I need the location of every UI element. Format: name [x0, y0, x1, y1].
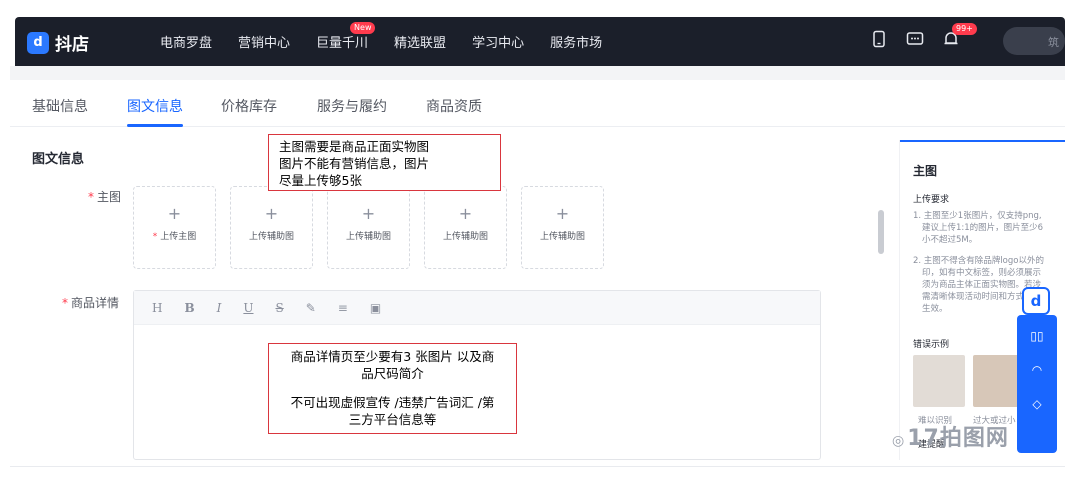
annotation-line: 三方平台信息等	[348, 412, 437, 427]
rule-line: 2. 主图不得含有除品牌logo以外的	[913, 256, 1044, 266]
plus-icon: +	[361, 204, 376, 223]
user-avatar[interactable]: 筑	[1003, 27, 1065, 55]
heading-button[interactable]: H	[152, 301, 162, 315]
rule-line: 小不超过5M。	[922, 235, 978, 245]
phone-icon[interactable]	[870, 30, 892, 52]
upload-label: * 上传主图	[152, 232, 197, 242]
rule-line: 印，如有中文标签，则必须展示	[922, 268, 1042, 278]
annotation-line: 品尺码简介	[361, 366, 424, 381]
shield-icon[interactable]: ◇	[1017, 387, 1057, 421]
nav-item-compass[interactable]: 电商罗盘	[160, 32, 212, 51]
section-title: 图文信息	[32, 152, 85, 167]
annotation-line: 尽量上传够5张	[279, 173, 362, 188]
new-badge: New	[350, 22, 376, 34]
top-nav-bar: d 抖店 电商罗盘 营销中心 巨量千川 New 精选联盟 学习中心 服务市场 9…	[15, 17, 1065, 66]
required-asterisk: *	[62, 296, 68, 310]
wechat-icon: ◎	[892, 433, 906, 449]
nav-item-alliance[interactable]: 精选联盟	[394, 32, 446, 51]
tab-price-stock[interactable]: 价格库存	[221, 96, 277, 116]
required-asterisk: *	[88, 190, 94, 204]
upload-aux-image[interactable]: + 上传辅助图	[521, 186, 604, 269]
annotation-line: 主图需要是商品正面实物图	[279, 139, 430, 154]
nav-item-service-market[interactable]: 服务市场	[550, 32, 602, 51]
tab-basic-info[interactable]: 基础信息	[32, 96, 88, 116]
bell-icon[interactable]: 99+	[942, 23, 977, 52]
headset-icon[interactable]: ◠	[1017, 353, 1057, 387]
image-icon[interactable]: ▣	[370, 301, 381, 315]
scrollbar-thumb[interactable]	[878, 210, 884, 254]
plus-icon: +	[167, 204, 182, 223]
main-image-label: * 主图	[88, 190, 122, 204]
notification-count-badge: 99+	[952, 23, 977, 35]
main-nav: 电商罗盘 营销中心 巨量千川 New 精选联盟 学习中心 服务市场	[160, 17, 628, 66]
underline-button[interactable]: U	[243, 301, 253, 315]
nav-item-label: 巨量千川	[316, 36, 369, 51]
brand-logo[interactable]: d 抖店	[27, 30, 89, 55]
watermark: ◎17拍图网	[892, 426, 1009, 451]
nav-item-marketing[interactable]: 营销中心	[238, 32, 290, 51]
plus-icon: +	[555, 204, 570, 223]
tab-qualifications[interactable]: 商品资质	[426, 96, 482, 116]
annotation-line: 图片不能有营销信息，图片	[279, 156, 430, 171]
divider	[10, 466, 1065, 467]
upload-main-image[interactable]: + * 上传主图	[133, 186, 216, 269]
upload-label: 上传辅助图	[442, 232, 488, 242]
brush-icon[interactable]: ✎	[306, 301, 316, 315]
plus-icon: +	[264, 204, 279, 223]
rule-line: 1. 主图至少1张图片，仅支持png,	[913, 211, 1042, 221]
upload-aux-image[interactable]: + 上传辅助图	[327, 186, 410, 269]
italic-button[interactable]: I	[217, 301, 222, 315]
nav-item-qianchuan[interactable]: 巨量千川 New	[316, 22, 376, 51]
upload-label: 上传辅助图	[539, 232, 585, 242]
brand-logo-icon: d	[27, 31, 49, 54]
panel-subtitle: 上传要求	[913, 195, 950, 205]
floating-tool-bar: ▯▯ ◠ ◇	[1017, 315, 1057, 453]
upload-label: 上传辅助图	[345, 232, 391, 242]
nav-item-learning[interactable]: 学习中心	[472, 32, 524, 51]
upload-label: 上传辅助图	[248, 232, 294, 242]
upload-aux-image[interactable]: + 上传辅助图	[424, 186, 507, 269]
editor-toolbar: H B I U S ✎ ≡ ▣	[134, 291, 820, 325]
align-icon[interactable]: ≡	[338, 301, 348, 315]
brand-name: 抖店	[55, 35, 89, 55]
user-name: 筑	[1048, 36, 1059, 49]
tab-image-text-info[interactable]: 图文信息	[127, 96, 183, 116]
plus-icon: +	[458, 204, 473, 223]
tab-service-fulfillment[interactable]: 服务与履约	[317, 96, 387, 116]
upload-aux-image[interactable]: + 上传辅助图	[230, 186, 313, 269]
active-tab-indicator	[127, 124, 183, 127]
book-icon[interactable]: ▯▯	[1017, 319, 1057, 353]
rule-line: 建议上传1:1的图片，图片至少6	[922, 223, 1044, 233]
panel-title: 主图	[913, 164, 938, 178]
annotation-line: 商品详情页至少要有3 张图片 以及商	[290, 349, 495, 364]
form-tabs: 基础信息 图文信息 价格库存 服务与履约 商品资质	[10, 80, 1065, 127]
product-detail-label: * 商品详情	[62, 296, 120, 310]
example-image	[913, 355, 965, 407]
detail-annotation: 商品详情页至少要有3 张图片 以及商 品尺码简介 不可出现虚假宣传 /违禁广告词…	[268, 343, 517, 434]
strikethrough-button[interactable]: S	[276, 301, 284, 315]
main-image-annotation: 主图需要是商品正面实物图 图片不能有营销信息，图片 尽量上传够5张	[268, 134, 501, 191]
header-spacer	[10, 66, 1065, 80]
assistant-logo-icon[interactable]: d	[1022, 287, 1050, 315]
annotation-line: 不可出现虚假宣传 /违禁广告词汇 /第	[290, 395, 495, 410]
wrong-examples-title: 错误示例	[913, 340, 950, 350]
bold-button[interactable]: B	[184, 301, 194, 315]
message-icon[interactable]	[906, 30, 928, 52]
